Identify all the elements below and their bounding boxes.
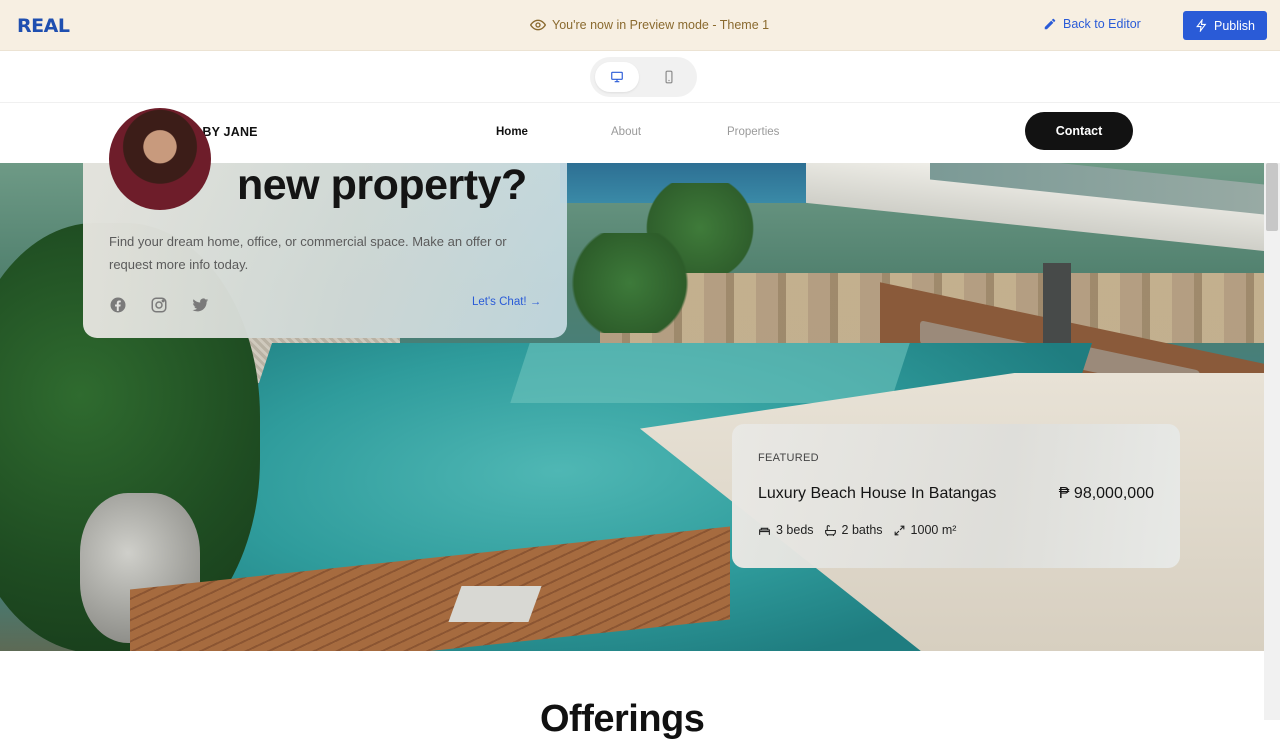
featured-property-card[interactable]: FEATURED Luxury Beach House In Batangas … (732, 424, 1180, 568)
pencil-icon (1044, 18, 1056, 30)
mobile-icon (665, 70, 673, 84)
twitter-icon (192, 298, 209, 312)
mobile-view-button[interactable] (647, 62, 691, 92)
property-title[interactable]: Luxury Beach House In Batangas (758, 485, 996, 503)
facebook-icon (110, 297, 126, 313)
device-toggle (590, 57, 697, 97)
hero-info-card: new property? Find your dream home, offi… (83, 108, 567, 338)
nav-link-home[interactable]: Home (496, 126, 528, 138)
preview-mode-notice: You're now in Preview mode - Theme 1 (530, 17, 769, 33)
bed-icon (759, 527, 770, 535)
beds-label: 3 beds (776, 523, 814, 537)
property-meta: 3 beds 2 baths 1000 m² (758, 523, 956, 537)
expand-arrows-icon (894, 525, 904, 535)
beds-info: 3 beds (758, 523, 814, 537)
baths-label: 2 baths (841, 523, 883, 537)
contact-button[interactable]: Contact (1025, 112, 1133, 150)
real-logo[interactable]: REAL (17, 15, 70, 37)
desktop-icon (611, 71, 623, 83)
baths-info: 2 baths (824, 523, 883, 537)
page-scrollbar[interactable] (1264, 163, 1280, 720)
preview-mode-text: You're now in Preview mode - Theme 1 (552, 18, 770, 32)
scrollbar-thumb[interactable] (1266, 163, 1278, 231)
hero-description: Find your dream home, office, or commerc… (109, 234, 507, 272)
bath-icon (824, 524, 836, 536)
hero-heading: new property? (237, 161, 527, 209)
back-to-editor-label: Back to Editor (1063, 17, 1141, 31)
lightning-icon (1196, 19, 1207, 32)
preview-bar: REAL You're now in Preview mode - Theme … (0, 0, 1280, 51)
featured-tag: FEATURED (758, 452, 819, 464)
area-info: 1000 m² (893, 523, 957, 537)
back-to-editor-link[interactable]: Back to Editor (1043, 17, 1141, 31)
nav-link-properties[interactable]: Properties (727, 126, 779, 138)
instagram-icon (151, 297, 167, 313)
twitter-link[interactable] (191, 296, 209, 314)
lets-chat-link[interactable]: Let's Chat! → (472, 296, 541, 308)
instagram-link[interactable] (150, 296, 168, 314)
area-label: 1000 m² (910, 523, 957, 537)
facebook-link[interactable] (109, 296, 127, 314)
desktop-view-button[interactable] (595, 62, 639, 92)
agent-avatar (109, 108, 211, 210)
nav-link-about[interactable]: About (611, 126, 641, 138)
device-toggle-row (0, 51, 1280, 103)
publish-button[interactable]: Publish (1183, 11, 1267, 40)
eye-icon (530, 19, 546, 31)
property-price: ₱ 98,000,000 (1058, 485, 1154, 502)
publish-label: Publish (1214, 18, 1255, 33)
